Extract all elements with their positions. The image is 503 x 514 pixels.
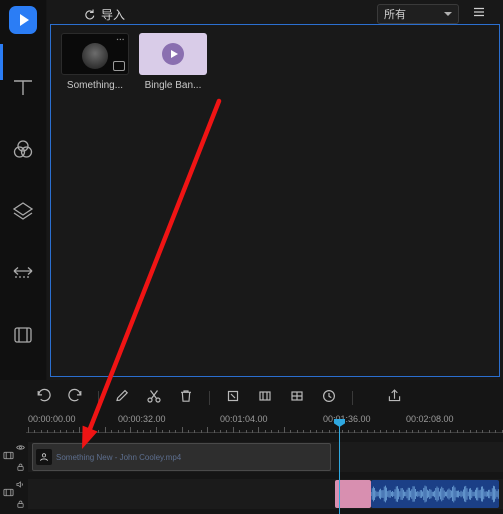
app-logo[interactable]	[9, 6, 37, 34]
sidebar-item-text[interactable]	[0, 56, 46, 118]
play-triangle-icon	[170, 50, 178, 58]
media-grid-container[interactable]: ▪▪▪ Something... Bingle Ban...	[50, 24, 500, 377]
chevron-down-icon	[444, 12, 452, 16]
pencil-icon	[114, 388, 130, 409]
crop-button[interactable]	[224, 389, 242, 407]
track-toggles-audio[interactable]	[16, 475, 25, 513]
speed-button[interactable]	[320, 389, 338, 407]
timeline-playhead[interactable]	[334, 419, 345, 514]
timeline-clip-video[interactable]: Something New - John Cooley.mp4	[32, 443, 331, 471]
sidebar-item-media[interactable]	[0, 304, 46, 366]
media-card-label: Bingle Ban...	[144, 80, 202, 91]
sidebar-item-overlays[interactable]	[0, 180, 46, 242]
import-arrow-icon	[83, 8, 96, 21]
trash-icon	[178, 388, 194, 409]
split-button[interactable]	[145, 389, 163, 407]
sidebar-item-transitions[interactable]	[0, 242, 46, 304]
timeline-track-audio	[0, 479, 503, 509]
fit-button[interactable]	[256, 389, 274, 407]
timeline-ruler[interactable]: 00:00:00.00 00:00:32.00 00:01:04.00 00:0…	[0, 411, 503, 437]
sidebar-item-filters[interactable]	[0, 118, 46, 180]
layers-overlay-icon	[10, 198, 36, 224]
clip-label: Something New - John Cooley.mp4	[56, 452, 182, 462]
export-button[interactable]	[385, 389, 403, 407]
timeline-clip-audio[interactable]	[371, 480, 499, 508]
media-library-panel: 导入 所有 ▪▪▪ Something... Bingle Ban...	[47, 0, 503, 380]
redo-button[interactable]	[66, 387, 84, 409]
track-header-audio[interactable]	[2, 479, 26, 509]
toolbar-divider	[98, 391, 99, 405]
ruler-label: 00:01:36.00	[323, 414, 371, 424]
media-grid: ▪▪▪ Something... Bingle Ban...	[61, 33, 489, 91]
crop-icon	[225, 388, 241, 409]
media-filter-value: 所有	[384, 9, 406, 21]
timeline-clip-pink[interactable]	[335, 480, 371, 508]
color-button[interactable]	[288, 389, 306, 407]
active-tab-indicator	[0, 44, 3, 80]
media-card-video[interactable]: ▪▪▪ Something...	[61, 33, 129, 91]
play-logo-icon	[20, 14, 29, 26]
import-label: 导入	[101, 7, 126, 22]
audio-circle	[162, 43, 184, 65]
video-track-icon	[3, 448, 14, 466]
redo-icon	[67, 387, 84, 409]
resize-icon	[257, 388, 273, 409]
toolbar-divider	[209, 391, 210, 405]
track-header-video[interactable]	[2, 442, 26, 472]
color-adjust-icon	[289, 388, 305, 409]
media-card-audio[interactable]: Bingle Ban...	[139, 33, 207, 91]
thumbnail-duration-badge	[113, 61, 125, 71]
video-editor-window: 导入 所有 ▪▪▪ Something... Bingle Ban... 00:…	[0, 0, 503, 514]
toolbar-divider	[352, 391, 353, 405]
thumbnail-overlay-dots: ▪▪▪	[116, 37, 125, 43]
list-view-icon	[472, 5, 486, 24]
lock-icon[interactable]	[16, 495, 25, 513]
audio-waveform-icon	[371, 485, 499, 503]
color-filter-icon	[10, 136, 36, 162]
media-card-label: Something...	[66, 80, 124, 91]
ruler-label: 00:00:32.00	[118, 414, 166, 424]
text-tool-icon	[10, 74, 36, 100]
lock-icon[interactable]	[16, 458, 25, 476]
speaker-icon[interactable]	[16, 475, 25, 493]
scissors-icon	[146, 388, 162, 409]
ruler-label: 00:00:00.00	[28, 414, 76, 424]
film-strip-icon	[10, 322, 36, 348]
timeline-track-video: Something New - John Cooley.mp4	[0, 442, 503, 472]
audio-play-icon	[139, 33, 207, 75]
delete-button[interactable]	[177, 389, 195, 407]
undo-icon	[35, 387, 52, 409]
media-filter-select[interactable]: 所有	[377, 4, 459, 24]
left-toolbar	[0, 0, 46, 380]
thumbnail-figure	[82, 42, 108, 69]
track-body-audio[interactable]	[28, 479, 503, 509]
clock-icon	[321, 388, 337, 409]
track-body-video[interactable]: Something New - John Cooley.mp4	[28, 442, 503, 472]
clip-thumbnail-icon	[36, 449, 52, 465]
ruler-label: 00:02:08.00	[406, 414, 454, 424]
eye-icon[interactable]	[16, 438, 25, 456]
list-view-toggle[interactable]	[469, 4, 489, 24]
share-icon	[386, 387, 403, 409]
undo-button[interactable]	[34, 387, 52, 409]
audio-track-icon	[3, 485, 14, 503]
track-toggles-video[interactable]	[16, 438, 25, 476]
edit-button[interactable]	[113, 389, 131, 407]
video-thumbnail-icon: ▪▪▪	[61, 33, 129, 75]
transition-icon	[10, 260, 36, 286]
import-button[interactable]: 导入	[83, 6, 125, 23]
timeline-tracks: Something New - John Cooley.mp4	[0, 437, 503, 514]
ruler-label: 00:01:04.00	[220, 414, 268, 424]
